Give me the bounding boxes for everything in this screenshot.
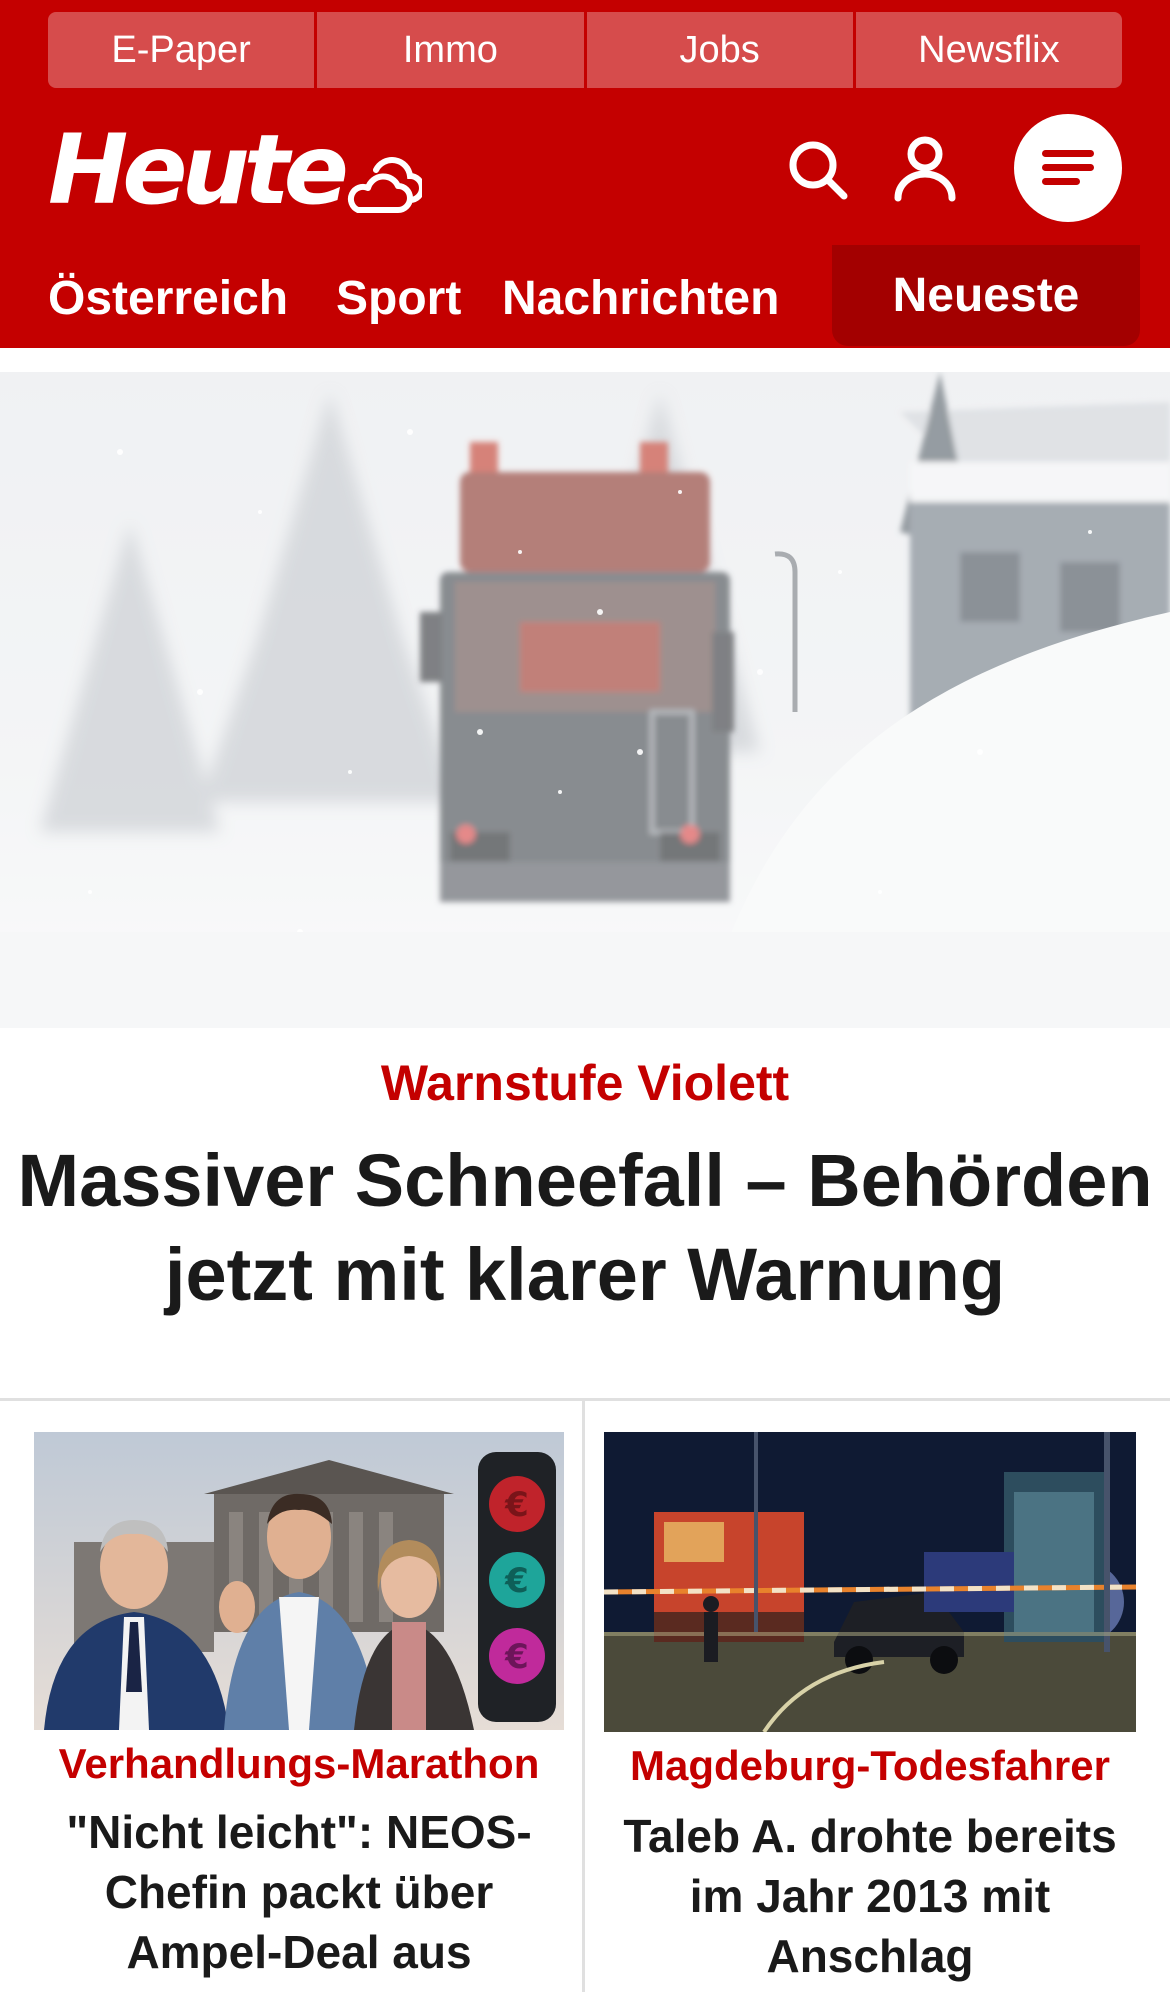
nav-item-sport[interactable]: Sport — [336, 271, 461, 326]
hero-image[interactable] — [0, 372, 1170, 1028]
quicklink-newsflix[interactable]: Newsflix — [855, 12, 1122, 88]
quicklink-epaper[interactable]: E-Paper — [48, 12, 315, 88]
divider — [0, 1398, 1170, 1401]
menu-icon — [1042, 178, 1080, 185]
card-headline[interactable]: Taleb A. drohte bereits im Jahr 2013 mit… — [604, 1806, 1136, 1986]
menu-icon — [1042, 150, 1094, 157]
weather-cloud-icon[interactable] — [346, 148, 422, 218]
hero-kicker[interactable]: Warnstufe Violett — [0, 1054, 1170, 1112]
nav-item-neueste[interactable]: Neueste — [832, 245, 1140, 346]
site-logo[interactable]: Heute — [48, 122, 349, 218]
svg-text:€: € — [504, 1485, 529, 1525]
quicklinks-bar: E-Paper Immo Jobs Newsflix — [48, 12, 1122, 88]
card-headline[interactable]: "Nicht leicht": NEOS- Chefin packt über … — [34, 1802, 564, 1982]
card-kicker[interactable]: Magdeburg-Todesfahrer — [604, 1742, 1136, 1790]
quicklink-immo[interactable]: Immo — [317, 12, 584, 88]
nav-item-oesterreich[interactable]: Österreich — [48, 271, 288, 326]
card-image-politics[interactable]: € € € — [34, 1432, 564, 1730]
svg-text:€: € — [504, 1561, 529, 1601]
menu-icon — [1042, 164, 1094, 171]
quicklink-jobs[interactable]: Jobs — [586, 12, 853, 88]
divider — [582, 1400, 585, 1992]
section-nav: Österreich Sport Nachrichten Neueste — [0, 245, 1170, 348]
menu-button[interactable] — [1014, 114, 1122, 222]
user-icon[interactable] — [892, 134, 958, 202]
search-icon[interactable] — [786, 138, 850, 202]
svg-text:€: € — [504, 1637, 529, 1677]
header: E-Paper Immo Jobs Newsflix Heute — [0, 0, 1170, 245]
card-kicker[interactable]: Verhandlungs-Marathon — [34, 1740, 564, 1788]
hero-headline[interactable]: Massiver Schneefall – Behörden jetzt mit… — [0, 1134, 1170, 1322]
nav-item-nachrichten[interactable]: Nachrichten — [502, 271, 779, 326]
card-image-magdeburg[interactable] — [604, 1432, 1136, 1732]
